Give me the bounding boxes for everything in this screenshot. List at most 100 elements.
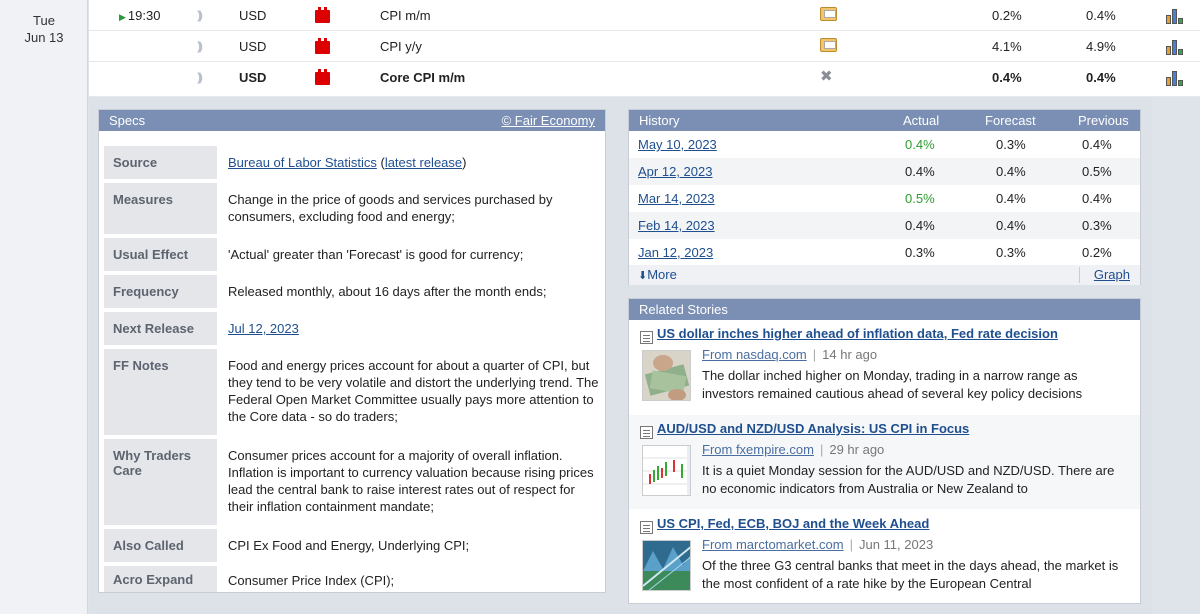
event-time: ▶ 19:30 [119,0,160,33]
spec-value: Consumer Price Index (CPI); [228,573,395,588]
event-date: Tue Jun 13 [0,12,88,46]
story-thumbnail[interactable] [642,350,691,401]
spec-row-frequency: Frequency Released monthly, about 16 day… [104,275,602,308]
history-date-link[interactable]: Mar 14, 2023 [638,185,715,212]
spec-value: Consumer prices account for a majority o… [228,448,594,514]
specs-panel: Specs © Fair Economy Source Bureau of La… [98,109,606,593]
event-name[interactable]: CPI y/y [380,31,422,62]
history-title: History [639,113,680,128]
story-age: 29 hr ago [829,442,885,457]
date-column: Tue Jun 13 [0,0,88,614]
more-button[interactable]: ⬇More [638,265,677,286]
story-age: Jun 11, 2023 [858,537,934,552]
history-date-link[interactable]: Jan 12, 2023 [638,239,713,266]
spec-label: Frequency [104,275,217,308]
divider [1079,267,1080,283]
date-monthday: Jun 13 [24,30,64,45]
story-source-link[interactable]: From nasdaq.com [702,347,807,362]
spec-label: FF Notes [104,349,217,435]
history-date-link[interactable]: Feb 14, 2023 [638,212,715,239]
chart-icon[interactable] [1165,39,1185,55]
chart-icon[interactable] [1165,70,1185,86]
related-stories-title: Related Stories [629,299,1140,320]
spec-row-ff-notes: FF Notes Food and energy prices account … [104,349,602,435]
event-actual: 0.2% [992,8,1022,23]
spec-row-acro-expand: Acro Expand Consumer Price Index (CPI); [104,566,602,592]
history-header: History Actual Forecast Previous [629,110,1140,131]
history-row: Apr 12, 2023 0.4% 0.4% 0.5% [629,158,1140,185]
history-forecast: 0.4% [996,164,1026,179]
spec-row-why-traders-care: Why Traders Care Consumer prices account… [104,439,602,525]
story-item: US CPI, Fed, ECB, BOJ and the Week Ahead… [629,510,1140,604]
history-forecast: 0.4% [996,191,1026,206]
story-source-link[interactable]: From marctomarket.com [702,537,844,552]
event-row-selected[interactable]: ))) USD Core CPI m/m ✖ 0.4% 0.4% [89,62,1200,97]
story-age: 14 hr ago [822,347,878,362]
chart-icon[interactable] [1165,8,1185,24]
history-forecast: 0.3% [996,137,1026,152]
spec-row-source: Source Bureau of Labor Statistics (lates… [104,146,602,179]
history-row: May 10, 2023 0.4% 0.3% 0.4% [629,131,1140,158]
event-row[interactable]: ))) USD CPI y/y 4.1% 4.9% [89,31,1200,62]
spec-label: Next Release [104,312,217,345]
more-label: More [647,267,677,282]
spec-label: Why Traders Care [104,439,217,525]
spec-row-also-called: Also Called CPI Ex Food and Energy, Unde… [104,529,602,562]
history-actual: 0.4% [905,137,935,152]
spec-value: Jul 12, 2023 [228,312,600,337]
spec-label: Measures [104,183,217,234]
sound-icon[interactable]: ))) [197,0,203,31]
close-icon[interactable]: ✖ [820,69,838,85]
event-currency: USD [239,39,267,54]
history-previous: 0.5% [1082,164,1112,179]
history-previous: 0.4% [1082,137,1112,152]
history-date-link[interactable]: May 10, 2023 [638,131,717,158]
spec-value: Change in the price of goods and service… [228,192,553,224]
event-currency: USD [239,70,267,85]
graph-link[interactable]: Graph [1094,265,1130,285]
history-forecast: 0.4% [996,218,1026,233]
col-actual: Actual [903,113,940,128]
story-excerpt: Of the three G3 central banks that meet … [702,558,1119,591]
history-actual: 0.4% [905,218,935,233]
story-excerpt: It is a quiet Monday session for the AUD… [702,463,1115,496]
history-date-link[interactable]: Apr 12, 2023 [638,158,712,185]
history-actual: 0.4% [905,164,935,179]
event-row[interactable]: ▶ 19:30 ))) USD CPI m/m 0.2% 0.4% [89,0,1200,31]
latest-release-link[interactable]: latest release [385,155,462,170]
story-thumbnail[interactable] [642,445,691,496]
spec-label: Also Called [104,529,217,562]
history-actual: 0.3% [905,245,935,260]
story-title-link[interactable]: US dollar inches higher ahead of inflati… [657,326,1058,341]
col-previous: Previous [1078,113,1129,128]
col-forecast: Forecast [985,113,1036,128]
sound-icon[interactable]: ))) [197,62,203,93]
story-thumbnail[interactable] [642,540,691,591]
play-icon: ▶ [119,12,126,22]
high-impact-icon [315,38,330,54]
source-link[interactable]: Bureau of Labor Statistics [228,155,377,170]
article-icon [640,426,653,439]
history-row: Jan 12, 2023 0.3% 0.3% 0.2% [629,239,1140,266]
spec-row-next-release: Next Release Jul 12, 2023 [104,312,602,345]
folder-icon[interactable] [820,7,838,23]
story-title-link[interactable]: AUD/USD and NZD/USD Analysis: US CPI in … [657,421,969,436]
event-name[interactable]: CPI m/m [380,0,431,31]
spec-value: CPI Ex Food and Energy, Underlying CPI; [228,538,470,553]
next-release-link[interactable]: Jul 12, 2023 [228,321,299,336]
fair-economy-link[interactable]: © Fair Economy [502,110,595,131]
story-title-link[interactable]: US CPI, Fed, ECB, BOJ and the Week Ahead [657,516,929,531]
sound-icon[interactable]: ))) [197,31,203,62]
folder-icon[interactable] [820,38,838,54]
event-actual: 0.4% [992,70,1022,85]
history-panel: History Actual Forecast Previous May 10,… [628,109,1141,285]
history-row: Mar 14, 2023 0.5% 0.4% 0.4% [629,185,1140,212]
story-source-link[interactable]: From fxempire.com [702,442,814,457]
spec-label: Source [104,146,217,179]
specs-title: Specs [109,113,146,128]
event-name[interactable]: Core CPI m/m [380,62,465,93]
high-impact-icon [315,7,330,23]
spec-row-usual-effect: Usual Effect 'Actual' greater than 'Fore… [104,238,602,271]
history-row: Feb 14, 2023 0.4% 0.4% 0.3% [629,212,1140,239]
article-icon [640,521,653,534]
